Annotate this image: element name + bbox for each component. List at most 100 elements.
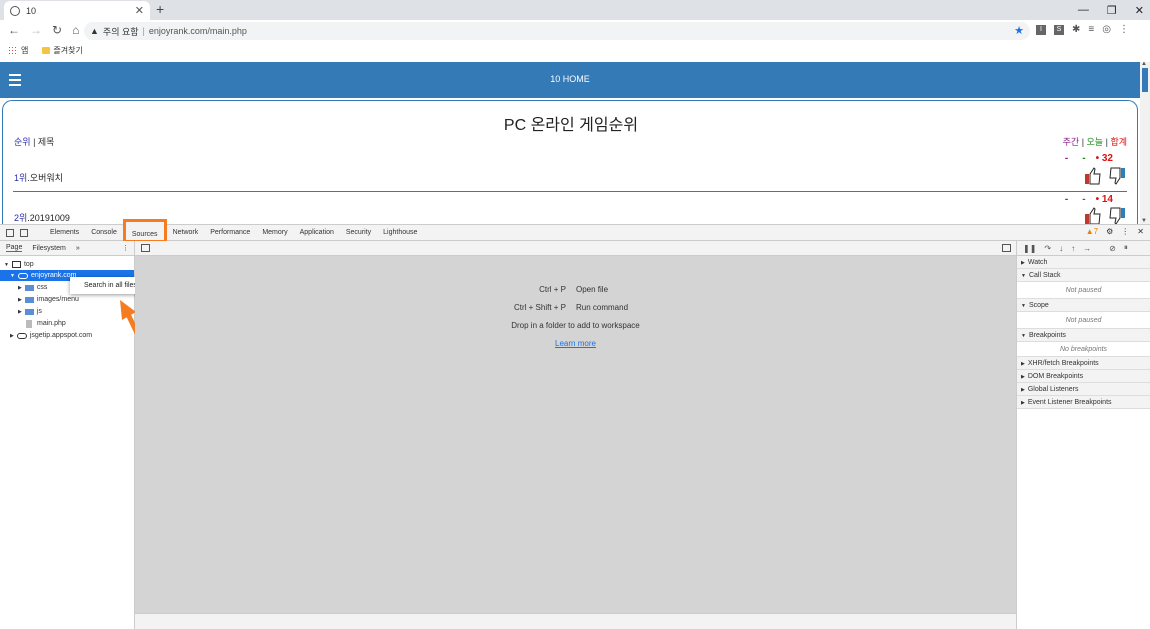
tree-folder-css[interactable]: ▶ css xyxy=(18,282,47,293)
tree-domain-other[interactable]: ▶ jsgetip.appspot.com xyxy=(10,330,92,341)
page-scrollbar[interactable]: ▲ ▼ xyxy=(1140,61,1150,224)
more-tabs-icon[interactable]: » xyxy=(76,245,80,252)
toggle-navigator-icon[interactable] xyxy=(141,244,150,252)
tree-file-main[interactable]: main.php xyxy=(26,318,66,329)
tree-top[interactable]: ▼ top xyxy=(4,259,34,270)
inspect-element-icon[interactable] xyxy=(6,229,14,237)
menu-dots-icon[interactable]: ⋮ xyxy=(1119,25,1129,35)
minimize-icon[interactable]: — xyxy=(1078,4,1089,16)
devtools-close-icon[interactable]: ✕ xyxy=(1137,227,1144,236)
tree-folder-js[interactable]: ▶ js xyxy=(18,306,42,317)
ranking-panel: PC 온라인 게임순위 순위 | 제목 주간 | 오늘 | 합계 1위.오버워치… xyxy=(2,100,1138,230)
devtools-tab-bar: Elements Console Sources Network Perform… xyxy=(0,219,1150,243)
section-scope[interactable]: ▼ Scope xyxy=(1017,299,1150,312)
toggle-debugger-icon[interactable] xyxy=(1002,244,1011,252)
tab-memory[interactable]: Memory xyxy=(256,225,293,242)
drop-folder-hint: Drop in a folder to add to workspace xyxy=(511,321,640,330)
tab-lighthouse[interactable]: Lighthouse xyxy=(377,225,423,242)
warning-icon[interactable]: ▲ xyxy=(90,26,99,36)
collapse-icon[interactable]: ▶ xyxy=(18,309,22,315)
deactivate-breakpoints-icon[interactable]: ⊘ xyxy=(1109,244,1116,253)
tree-folder-images[interactable]: ▶ images/menu xyxy=(18,294,79,305)
favorites-bookmark[interactable]: 즐겨찾기 xyxy=(42,45,83,56)
thumbs-up-icon[interactable] xyxy=(1083,206,1103,226)
thumbs-down-icon[interactable] xyxy=(1107,166,1127,186)
new-tab-button[interactable]: + xyxy=(156,1,164,17)
pause-icon[interactable]: ❚❚ xyxy=(1023,244,1036,253)
tab-network[interactable]: Network xyxy=(167,225,205,242)
url-text[interactable]: enjoyrank.com/main.php xyxy=(149,26,247,36)
week-dash: - xyxy=(1064,153,1069,164)
editor-toolbar xyxy=(135,241,1016,256)
collapse-icon[interactable]: ▶ xyxy=(18,297,22,303)
rank-item-2[interactable]: 2위.20191009 xyxy=(14,211,70,224)
browser-tab[interactable]: 10 ✕ xyxy=(4,1,150,20)
section-dom-breakpoints[interactable]: ▶ DOM Breakpoints xyxy=(1017,370,1150,383)
game-name[interactable]: .20191009 xyxy=(27,213,70,223)
folder-icon xyxy=(24,308,34,315)
col-rank-link[interactable]: 순위 xyxy=(14,137,31,147)
navigator-menu-icon[interactable]: ⋮ xyxy=(122,244,129,252)
period-total-link[interactable]: 합계 xyxy=(1110,137,1127,147)
tab-performance[interactable]: Performance xyxy=(204,225,256,242)
reading-list-icon[interactable]: ≡ xyxy=(1088,25,1094,35)
section-watch[interactable]: ▶ Watch xyxy=(1017,256,1150,269)
device-toolbar-icon[interactable] xyxy=(20,229,28,237)
favorites-label: 즐겨찾기 xyxy=(53,45,83,55)
step-out-icon[interactable]: ↑ xyxy=(1071,244,1075,253)
section-xhr-breakpoints[interactable]: ▶ XHR/fetch Breakpoints xyxy=(1017,357,1150,370)
pause-on-exceptions-icon[interactable]: ⏸ xyxy=(1124,243,1128,253)
step-over-icon[interactable]: ↷ xyxy=(1044,244,1051,253)
step-into-icon[interactable]: ↓ xyxy=(1059,244,1063,253)
col-title: 제목 xyxy=(37,137,55,147)
period-today-link[interactable]: 오늘 xyxy=(1087,137,1104,147)
collapse-icon[interactable]: ▶ xyxy=(18,285,22,291)
bookmark-star-icon[interactable]: ★ xyxy=(1014,24,1024,37)
thumbs-down-icon[interactable] xyxy=(1107,206,1127,226)
back-icon[interactable]: ← xyxy=(8,23,20,37)
learn-more-link[interactable]: Learn more xyxy=(135,339,1016,348)
settings-gear-icon[interactable]: ⚙ xyxy=(1106,227,1113,236)
tab-application[interactable]: Application xyxy=(294,225,340,242)
home-icon[interactable]: ⌂ xyxy=(72,23,79,37)
tab-close-icon[interactable]: ✕ xyxy=(135,4,144,17)
week-dash: - xyxy=(1064,194,1069,205)
section-call-stack[interactable]: ▼ Call Stack xyxy=(1017,269,1150,282)
thumbs-up-icon[interactable] xyxy=(1083,166,1103,186)
extension-s-icon[interactable]: S xyxy=(1054,25,1064,35)
section-global-listeners[interactable]: ▶ Global Listeners xyxy=(1017,383,1150,396)
scroll-up-icon[interactable]: ▲ xyxy=(1141,61,1147,67)
window-close-icon[interactable]: ✕ xyxy=(1135,4,1144,17)
call-stack-status: Not paused xyxy=(1017,282,1150,299)
address-bar[interactable]: ▲ 주의 요함 | enjoyrank.com/main.php ★ xyxy=(84,22,1030,40)
forward-icon[interactable]: → xyxy=(30,23,42,37)
extension-i-icon[interactable]: I xyxy=(1036,25,1046,35)
tab-console[interactable]: Console xyxy=(85,225,123,242)
column-header: 순위 | 제목 xyxy=(14,135,54,148)
security-label[interactable]: 주의 요함 xyxy=(103,25,139,38)
subtab-page[interactable]: Page xyxy=(6,244,23,252)
step-icon[interactable]: → xyxy=(1083,244,1091,253)
site-title[interactable]: 10 HOME xyxy=(0,74,1140,84)
rank-item-1[interactable]: 1위.오버워치 xyxy=(14,171,63,184)
period-week-link[interactable]: 주간 xyxy=(1063,137,1080,147)
devtools-menu-icon[interactable]: ⋮ xyxy=(1121,227,1129,236)
section-event-listener-breakpoints[interactable]: ▶ Event Listener Breakpoints xyxy=(1017,396,1150,409)
subtab-filesystem[interactable]: Filesystem xyxy=(32,245,65,252)
warning-counter[interactable]: ▲7 xyxy=(1086,227,1098,236)
section-breakpoints[interactable]: ▼ Breakpoints xyxy=(1017,329,1150,342)
expand-icon[interactable]: ▼ xyxy=(10,273,15,279)
apps-bookmark[interactable]: 앱 xyxy=(8,45,28,56)
editor-placeholder: Ctrl + P Open file Ctrl + Shift + P Run … xyxy=(135,241,1016,629)
scrollbar-thumb[interactable] xyxy=(1142,68,1148,92)
tab-security[interactable]: Security xyxy=(340,225,377,242)
game-name[interactable]: .오버워치 xyxy=(27,173,63,183)
puzzle-icon[interactable]: ✱ xyxy=(1072,25,1080,35)
restore-icon[interactable]: ❐ xyxy=(1107,4,1117,17)
expand-icon[interactable]: ▼ xyxy=(4,262,9,268)
tab-sources[interactable]: Sources xyxy=(122,219,167,243)
reload-icon[interactable]: ↻ xyxy=(52,23,62,37)
profile-icon[interactable]: ◎ xyxy=(1102,25,1111,35)
tab-elements[interactable]: Elements xyxy=(44,225,85,242)
collapse-icon[interactable]: ▶ xyxy=(10,333,14,339)
